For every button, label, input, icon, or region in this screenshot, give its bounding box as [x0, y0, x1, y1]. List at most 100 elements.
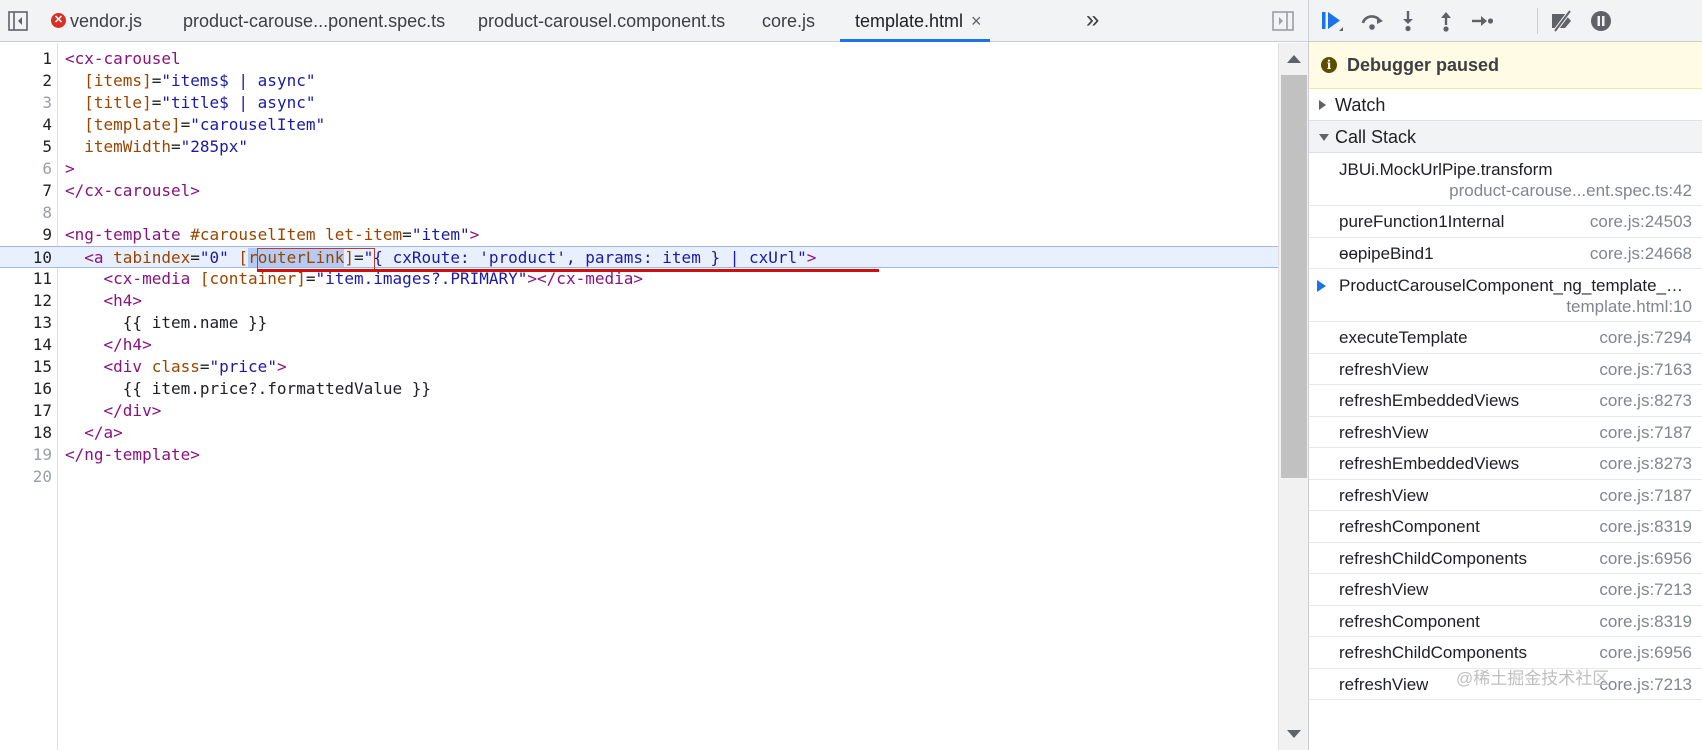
line-number[interactable]: 6 — [0, 158, 52, 180]
tab-product-carousel-spec[interactable]: product-carouse...ponent.spec.ts — [183, 0, 445, 42]
call-frame[interactable]: refreshChildComponents core.js:6956 — [1309, 543, 1702, 574]
call-frame[interactable]: refreshComponent core.js:8319 — [1309, 606, 1702, 637]
line-number[interactable]: 4 — [0, 114, 52, 136]
scrollbar-thumb[interactable] — [1281, 75, 1307, 478]
frame-location-link[interactable]: product-carouse...ent.spec.ts:42 — [1449, 180, 1692, 201]
call-frame[interactable]: JBUi.MockUrlPipe.transform product-carous… — [1309, 153, 1702, 206]
code-line[interactable]: 7 </cx-carousel> — [0, 180, 1278, 202]
step-over-icon[interactable] — [1359, 9, 1385, 33]
call-frame[interactable]: refreshComponent core.js:8319 — [1309, 511, 1702, 543]
frame-location-link[interactable]: core.js:7163 — [1599, 354, 1692, 385]
step-into-icon[interactable] — [1395, 9, 1421, 33]
toggle-debugger-icon[interactable] — [1272, 11, 1294, 31]
line-number[interactable]: 13 — [0, 312, 52, 334]
frame-location-link[interactable]: core.js:24503 — [1590, 206, 1692, 237]
pause-on-exceptions-icon[interactable] — [1589, 9, 1615, 33]
line-number[interactable]: 5 — [0, 136, 52, 158]
line-number[interactable]: 20 — [0, 466, 52, 488]
frame-location-link[interactable]: core.js:7213 — [1599, 574, 1692, 605]
code-line[interactable]: 1 <cx-carousel — [0, 48, 1278, 70]
code-line[interactable]: 12 <h4> — [0, 290, 1278, 312]
editor-scrollbar[interactable] — [1278, 43, 1308, 750]
frame-location-link[interactable]: template.html:10 — [1566, 296, 1692, 317]
code-line[interactable]: 18 </a> — [0, 422, 1278, 444]
code-line[interactable]: 17 </div> — [0, 400, 1278, 422]
frame-location-link[interactable]: core.js:6956 — [1599, 543, 1692, 574]
code-token: = — [199, 357, 210, 376]
line-number[interactable]: 17 — [0, 400, 52, 422]
line-number[interactable]: 16 — [0, 378, 52, 400]
line-number[interactable]: 9 — [0, 224, 52, 246]
call-frame[interactable]: refreshEmbeddedViews core.js:8273 — [1309, 448, 1702, 480]
toggle-navigator-icon[interactable] — [8, 11, 28, 31]
code-line[interactable]: 15 <div class="price"> — [0, 356, 1278, 378]
line-number[interactable]: 12 — [0, 290, 52, 312]
scroll-up-icon[interactable] — [1287, 55, 1301, 63]
frame-location-link[interactable]: core.js:7187 — [1599, 480, 1692, 511]
code-line[interactable]: 6 > — [0, 158, 1278, 180]
call-frame[interactable]: ProductCarouselComponent_ng_template_8_ T… — [1309, 269, 1702, 322]
frame-location-link[interactable]: core.js:8319 — [1599, 606, 1692, 637]
call-stack-section-header[interactable]: Call Stack — [1309, 121, 1702, 153]
code-line[interactable]: 5 itemWidth="285px" — [0, 136, 1278, 158]
call-frame[interactable]: ɵɵpipeBind1 core.js:24668 — [1309, 238, 1702, 269]
call-frame[interactable]: executeTemplate core.js:7294 — [1309, 322, 1702, 354]
line-number[interactable]: 14 — [0, 334, 52, 356]
call-frame[interactable]: refreshEmbeddedViews core.js:8273 — [1309, 385, 1702, 417]
code-line[interactable]: 13 {{ item.name }} — [0, 312, 1278, 334]
call-frame[interactable]: refreshView core.js:7187 — [1309, 417, 1702, 448]
line-number[interactable]: 3 — [0, 92, 52, 114]
line-number[interactable]: 7 — [0, 180, 52, 202]
code-text: [title]="title$ | async" — [65, 92, 315, 114]
step-out-icon[interactable] — [1433, 9, 1459, 33]
code-line[interactable]: 11 <cx-media [container]="item.images?.P… — [0, 268, 1278, 290]
frame-location-link[interactable]: core.js:7213 — [1599, 669, 1692, 700]
call-frame[interactable]: refreshView core.js:7163 — [1309, 354, 1702, 385]
frame-location-link[interactable]: core.js:7187 — [1599, 417, 1692, 448]
watch-section-header[interactable]: Watch — [1309, 89, 1702, 121]
line-number[interactable]: 1 — [0, 48, 52, 70]
code-line[interactable]: 10 <a tabindex="0" [routerLink]="{ cxRou… — [0, 246, 1278, 272]
call-frame[interactable]: refreshView core.js:7213 — [1309, 574, 1702, 606]
code-line[interactable]: 8 — [0, 202, 1278, 224]
deactivate-breakpoints-icon[interactable] — [1549, 9, 1575, 33]
frame-location-link[interactable]: core.js:8319 — [1599, 511, 1692, 542]
frame-location-link[interactable]: core.js:24668 — [1590, 238, 1692, 269]
more-tabs-icon[interactable]: » — [1086, 6, 1099, 34]
code-line[interactable]: 14 </h4> — [0, 334, 1278, 356]
frame-function-name: refreshComponent — [1339, 611, 1480, 631]
line-number[interactable]: 19 — [0, 444, 52, 466]
line-number[interactable]: 18 — [0, 422, 52, 444]
line-number[interactable]: 8 — [0, 202, 52, 224]
tab-template-html[interactable]: template.html × — [840, 0, 990, 42]
code-editor[interactable]: 1 <cx-carousel 2 [items]="items$ | async" 3… — [0, 43, 1278, 750]
code-line[interactable]: 16 {{ item.price?.formattedValue }} — [0, 378, 1278, 400]
scroll-down-icon[interactable] — [1287, 730, 1301, 738]
tab-core-js[interactable]: core.js — [762, 0, 815, 42]
frame-location-link[interactable]: core.js:8273 — [1599, 448, 1692, 479]
frame-location-link[interactable]: core.js:6956 — [1599, 637, 1692, 668]
line-number[interactable]: 11 — [0, 268, 52, 290]
code-line[interactable]: 2 [items]="items$ | async" — [0, 70, 1278, 92]
line-number[interactable]: 2 — [0, 70, 52, 92]
frame-location-link[interactable]: core.js:7294 — [1599, 322, 1692, 353]
code-line[interactable]: 20 — [0, 466, 1278, 488]
call-frame[interactable]: refreshView core.js:7187 — [1309, 480, 1702, 511]
code-line[interactable]: 4 [template]="carouselItem" — [0, 114, 1278, 136]
code-line[interactable]: 9 <ng-template #carouselItem let-item="it… — [0, 224, 1278, 246]
close-icon[interactable]: × — [971, 11, 982, 31]
call-frame[interactable]: pureFunction1Internal core.js:24503 — [1309, 206, 1702, 238]
code-token: "0" — [199, 248, 229, 267]
resume-icon[interactable] — [1319, 9, 1345, 33]
line-number[interactable]: 15 — [0, 356, 52, 378]
step-icon[interactable] — [1469, 9, 1495, 33]
frame-location-link[interactable]: core.js:8273 — [1599, 385, 1692, 416]
line-number[interactable]: 10 — [0, 247, 52, 269]
tab-vendor-js[interactable]: vendor.js — [70, 0, 142, 42]
code-line[interactable]: 19 </ng-template> — [0, 444, 1278, 466]
tab-product-carousel-component[interactable]: product-carousel.component.ts — [478, 0, 725, 42]
code-text: </h4> — [65, 334, 152, 356]
code-line[interactable]: 3 [title]="title$ | async" — [0, 92, 1278, 114]
code-token: tabindex — [113, 248, 191, 267]
